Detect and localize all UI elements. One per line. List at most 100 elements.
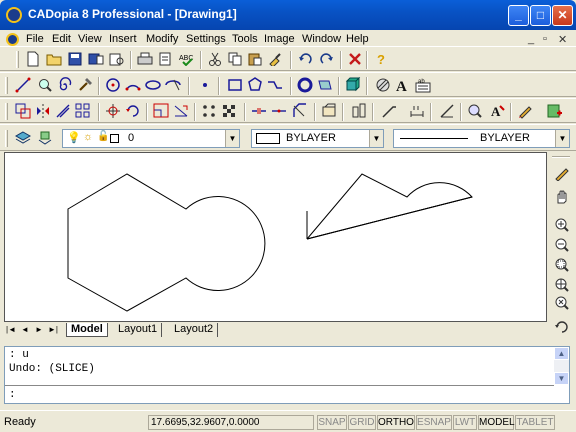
next-tab-icon[interactable]: ►: [34, 324, 44, 335]
help-icon[interactable]: ?: [372, 50, 390, 68]
dimension-icon[interactable]: [350, 102, 368, 120]
chevron-down-icon[interactable]: ▼: [555, 130, 569, 147]
mdi-minimize-button[interactable]: _: [528, 33, 534, 45]
spiral-icon[interactable]: [56, 76, 74, 94]
menu-settings[interactable]: Settings: [186, 33, 226, 45]
rectangle-icon[interactable]: [226, 76, 244, 94]
stretch-icon[interactable]: [172, 102, 190, 120]
toolbar-grip[interactable]: [16, 51, 19, 68]
chevron-down-icon[interactable]: ▼: [369, 130, 383, 147]
toolbar-grip[interactable]: [5, 130, 8, 147]
attribute-icon[interactable]: ab: [414, 76, 432, 94]
first-tab-icon[interactable]: |◄: [6, 324, 16, 335]
join-icon[interactable]: [270, 102, 288, 120]
rotate-icon[interactable]: [124, 102, 142, 120]
scroll-up-icon[interactable]: ▲: [554, 347, 569, 360]
menu-window[interactable]: Window: [302, 33, 341, 45]
pan-pencil-icon[interactable]: [553, 164, 571, 182]
tablet-toggle[interactable]: TABLET: [515, 415, 555, 430]
menu-view[interactable]: View: [78, 33, 102, 45]
mirror-icon[interactable]: [34, 102, 52, 120]
menu-image[interactable]: Image: [264, 33, 295, 45]
toolbar-grip[interactable]: [552, 156, 570, 158]
esnap-toggle[interactable]: ESNAP: [416, 415, 452, 430]
grid-toggle[interactable]: GRID: [348, 415, 376, 430]
lock-icon[interactable]: 🔓: [97, 131, 109, 142]
minimize-button[interactable]: _: [508, 5, 529, 26]
document-icon[interactable]: [6, 33, 19, 46]
pan-hand-icon[interactable]: [553, 188, 571, 206]
color-combo[interactable]: BYLAYER ▼: [251, 129, 384, 148]
command-prompt[interactable]: :: [9, 389, 16, 401]
copy-icon[interactable]: [226, 50, 244, 68]
zoom-window-icon[interactable]: [553, 256, 571, 274]
polyline-icon[interactable]: [266, 76, 284, 94]
tab-layout1[interactable]: Layout1: [114, 323, 163, 337]
add-icon[interactable]: [546, 102, 564, 120]
chevron-down-icon[interactable]: ▼: [225, 130, 239, 147]
drawing-canvas[interactable]: [4, 152, 547, 322]
scale-icon[interactable]: [152, 102, 170, 120]
zoom-out-icon[interactable]: [553, 236, 571, 254]
undo-icon[interactable]: [296, 50, 314, 68]
arc-icon[interactable]: [124, 76, 142, 94]
toolbar-grip[interactable]: [5, 77, 8, 94]
print-icon[interactable]: [136, 50, 154, 68]
donut-icon[interactable]: [296, 76, 314, 94]
solid-icon[interactable]: [344, 76, 362, 94]
lightbulb-icon[interactable]: 💡: [67, 131, 81, 144]
ellipse-arc-icon[interactable]: [164, 76, 182, 94]
menu-tools[interactable]: Tools: [232, 33, 258, 45]
hatch-icon[interactable]: [374, 76, 392, 94]
trim-icon[interactable]: [200, 102, 218, 120]
break-icon[interactable]: [250, 102, 268, 120]
leader-icon[interactable]: [380, 102, 398, 120]
layer-state-icon[interactable]: [36, 129, 54, 147]
delete-icon[interactable]: [346, 50, 364, 68]
regen-icon[interactable]: [553, 318, 571, 336]
paste-icon[interactable]: [246, 50, 264, 68]
pencil-icon[interactable]: [516, 102, 534, 120]
zoom-in-icon[interactable]: [553, 216, 571, 234]
menu-modify[interactable]: Modify: [146, 33, 178, 45]
menu-file[interactable]: File: [26, 33, 44, 45]
circle-icon[interactable]: [104, 76, 122, 94]
ellipse-icon[interactable]: [144, 76, 162, 94]
save-icon[interactable]: [66, 50, 84, 68]
point-icon[interactable]: [196, 76, 214, 94]
layers-icon[interactable]: [14, 129, 32, 147]
zoom-lens-icon[interactable]: [36, 76, 54, 94]
hammer-icon[interactable]: [76, 76, 94, 94]
menu-help[interactable]: Help: [346, 33, 369, 45]
print-preview-icon[interactable]: [108, 50, 126, 68]
match-properties-icon[interactable]: [266, 50, 284, 68]
spell-check-icon[interactable]: ABC: [178, 50, 196, 68]
close-button[interactable]: ✕: [552, 5, 573, 26]
sun-icon[interactable]: ☼: [83, 131, 93, 143]
model-toggle[interactable]: MODEL: [478, 415, 515, 430]
app-icon[interactable]: [6, 7, 22, 23]
chamfer-icon[interactable]: [290, 102, 308, 120]
array-icon[interactable]: [74, 102, 92, 120]
angular-dim-icon[interactable]: [438, 102, 456, 120]
zoom-extents-icon[interactable]: [553, 294, 571, 312]
prev-tab-icon[interactable]: ◄: [20, 324, 30, 335]
maximize-button[interactable]: □: [530, 5, 551, 26]
cut-icon[interactable]: [206, 50, 224, 68]
offset-icon[interactable]: [54, 102, 72, 120]
lwt-toggle[interactable]: LWT: [453, 415, 477, 430]
inquiry-icon[interactable]: [466, 102, 484, 120]
tab-layout2[interactable]: Layout2: [170, 323, 219, 337]
mdi-close-button[interactable]: ✕: [558, 33, 567, 46]
new-file-icon[interactable]: [24, 50, 42, 68]
snap-toggle[interactable]: SNAP: [317, 415, 347, 430]
explode-icon[interactable]: [320, 102, 338, 120]
layer-combo[interactable]: 💡 ☼ 🔓 0 ▼: [62, 129, 240, 148]
last-tab-icon[interactable]: ►|: [48, 324, 58, 335]
command-scrollbar[interactable]: ▲ ▼: [554, 347, 569, 385]
print-setup-icon[interactable]: [157, 50, 175, 68]
linear-dim-icon[interactable]: [408, 102, 426, 120]
menu-insert[interactable]: Insert: [109, 33, 137, 45]
menu-edit[interactable]: Edit: [52, 33, 71, 45]
copy-entity-icon[interactable]: [14, 102, 32, 120]
